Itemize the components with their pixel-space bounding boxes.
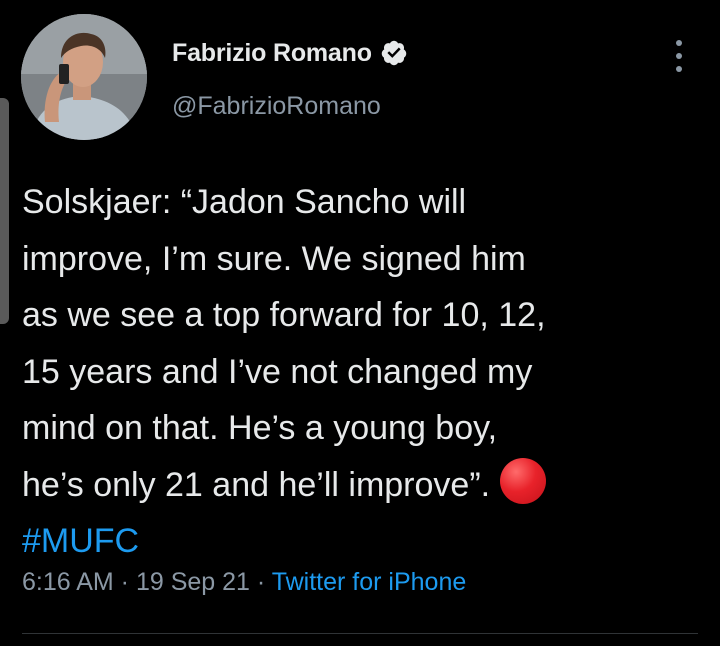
dot [676,40,682,46]
tweet-line: he’s only 21 and he’ll improve”. [22,465,491,504]
tweet-text: Solskjaer: “Jadon Sancho will improve, I… [22,174,702,570]
author-name-row: Fabrizio Romano [172,36,408,70]
more-options-icon[interactable] [667,36,691,76]
profile-photo-icon [21,14,147,140]
dot [676,66,682,72]
hashtag-link[interactable]: #MUFC [22,522,139,560]
tweet-line: Solskjaer: “Jadon Sancho will [22,183,467,221]
meta-separator: · [249,568,272,596]
tweet-line: mind on that. He’s a young boy, [22,409,498,447]
tweet-line: as we see a top forward for 10, 12, [22,296,546,334]
tweet-line: 15 years and I’ve not changed my [22,352,533,391]
author-handle[interactable]: @FabrizioRomano [172,92,381,121]
divider [22,633,698,634]
author-display-name[interactable]: Fabrizio Romano [172,39,372,68]
tweet-date: 19 Sep 21 [135,568,250,596]
hashtag-line: #MUFC [22,513,702,570]
tweet-last-line: he’s only 21 and he’ll improve”. [22,457,702,514]
meta-separator: · [113,568,136,596]
avatar[interactable] [21,14,147,140]
screen-edge-handle [0,98,9,324]
verified-badge-icon [380,39,408,67]
tweet-meta: 6:16 AM · 19 Sep 21 · Twitter for iPhone [22,568,466,597]
tweet-line: improve, I’m sure. We signed him [22,239,526,278]
dot [676,53,682,59]
tweet-source-link[interactable]: Twitter for iPhone [272,568,467,596]
red-circle-icon [500,457,547,504]
tweet-time: 6:16 AM [22,568,114,596]
